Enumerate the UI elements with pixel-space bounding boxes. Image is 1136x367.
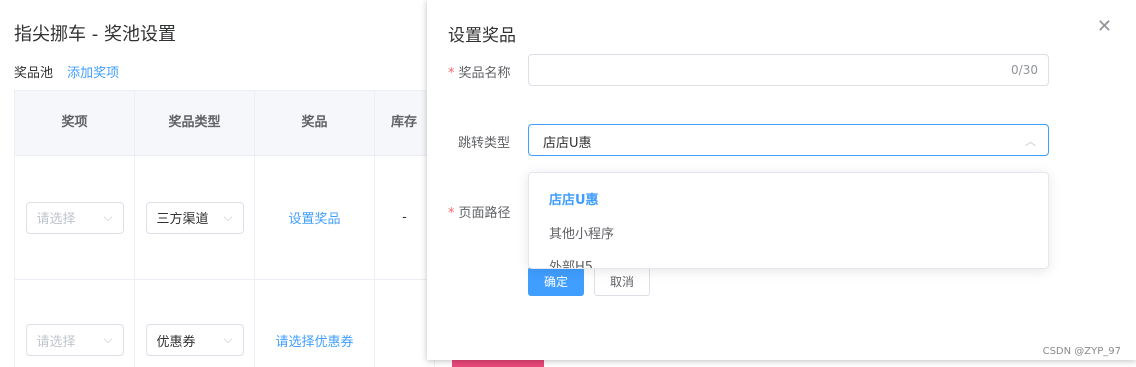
- chevron-up-icon: ︿: [1025, 135, 1036, 148]
- chevron-down-icon: ⌵: [103, 332, 113, 346]
- pool-row: 奖品池 添加奖项: [14, 62, 119, 81]
- cancel-button[interactable]: 取消: [594, 267, 650, 296]
- jump-type-label: 跳转类型: [458, 136, 511, 151]
- char-count: 0/30: [1011, 63, 1038, 77]
- type-select[interactable]: 三方渠道 ⌵: [145, 201, 244, 234]
- column-header-item: 奖项: [15, 91, 135, 155]
- set-prize-dialog: 设置奖品 ✕ * 奖品名称 0/30 跳转类型 店店U惠 ︿ * 页面路径 确定 取…: [427, 0, 1136, 360]
- jump-type-select[interactable]: 店店U惠 ︿: [528, 124, 1049, 156]
- dropdown-option-dian-dian-u-hui[interactable]: 店店U惠: [549, 189, 599, 208]
- column-header-stock: 库存: [375, 91, 435, 155]
- set-prize-link[interactable]: 设置奖品: [288, 208, 340, 227]
- prize-name-label: * 奖品名称: [448, 66, 511, 81]
- chevron-down-icon: ⌵: [223, 209, 233, 224]
- add-item-link[interactable]: 添加奖项: [67, 66, 119, 81]
- prize-name-input[interactable]: 0/30: [528, 54, 1049, 86]
- select-coupon-link[interactable]: 请选择优惠券: [275, 331, 353, 350]
- required-asterisk: *: [448, 206, 455, 221]
- jump-type-dropdown: 店店U惠 其他小程序 外部H5: [528, 172, 1049, 269]
- page-title: 指尖挪车 - 奖池设置: [14, 24, 176, 45]
- page-path-label: * 页面路径: [448, 206, 511, 221]
- column-header-prize: 奖品: [255, 91, 375, 155]
- column-header-type: 奖品类型: [135, 91, 255, 155]
- type-select[interactable]: 优惠券 ⌵: [145, 324, 244, 356]
- chevron-down-icon: ⌵: [103, 209, 113, 224]
- dialog-title: 设置奖品: [448, 26, 516, 46]
- item-select[interactable]: 请选择 ⌵: [25, 201, 124, 234]
- dropdown-option-mini-program[interactable]: 其他小程序: [549, 223, 614, 242]
- close-icon[interactable]: ✕: [1097, 18, 1112, 36]
- pool-label: 奖品池: [14, 66, 54, 81]
- item-select[interactable]: 请选择 ⌵: [25, 324, 124, 356]
- watermark: CSDN @ZYP_97: [1042, 346, 1121, 357]
- dropdown-option-external-h5[interactable]: 外部H5: [549, 256, 593, 268]
- confirm-button[interactable]: 确定: [528, 267, 584, 296]
- required-asterisk: *: [448, 66, 455, 81]
- stock-value: -: [402, 210, 407, 225]
- chevron-down-icon: ⌵: [223, 332, 233, 346]
